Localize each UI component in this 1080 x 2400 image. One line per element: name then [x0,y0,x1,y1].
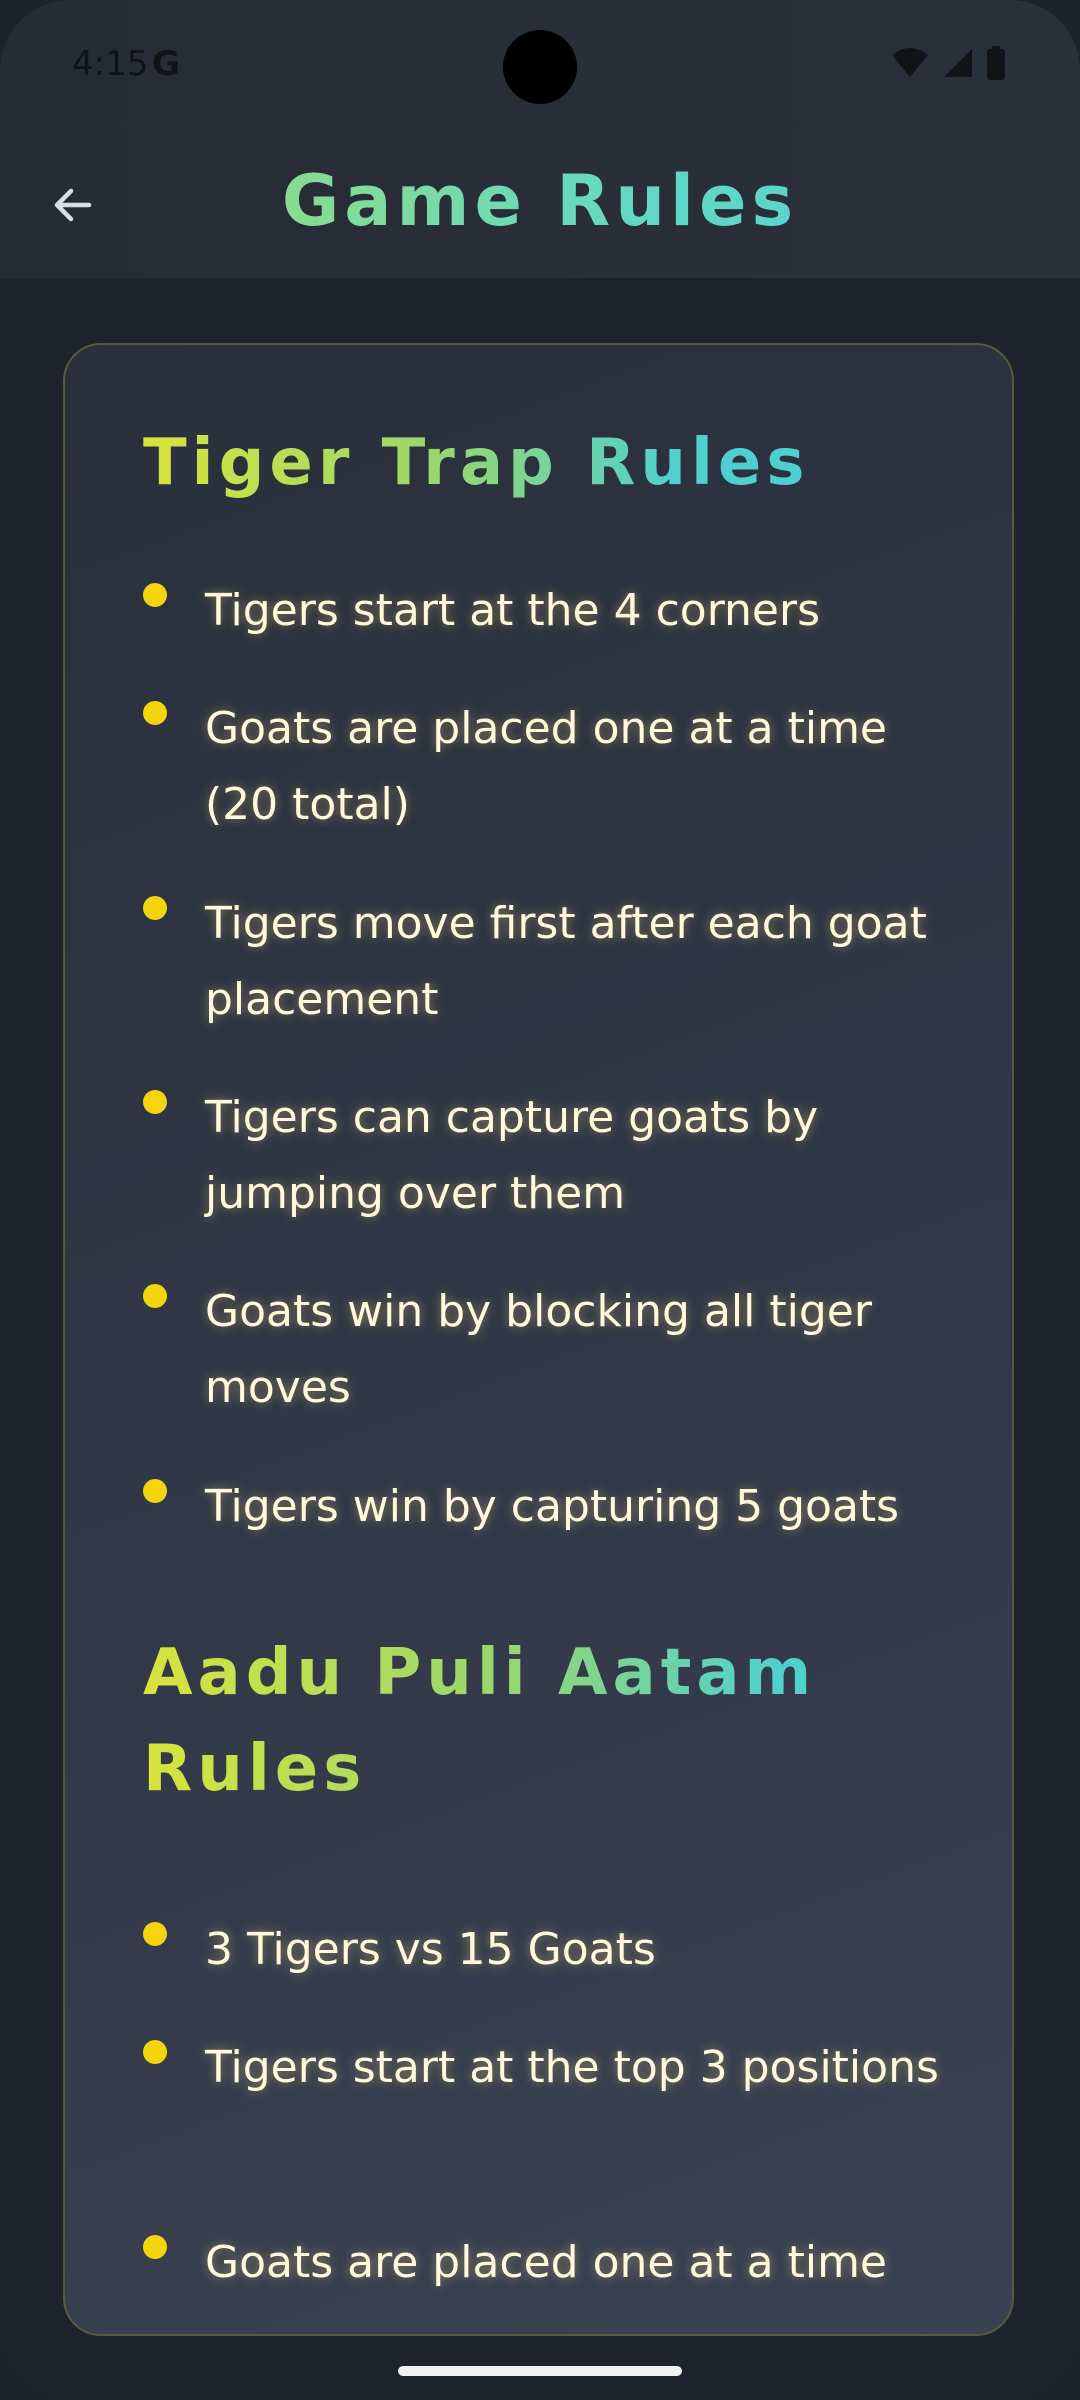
bullet-icon [143,1479,167,1503]
bullet-icon [143,701,167,725]
rule-text: Tigers start at the 4 corners [205,585,820,636]
bullet-icon [143,1284,167,1308]
signal-icon [944,49,972,77]
rule-text: Tigers move first after each goat placem… [205,898,927,1025]
status-time: 4:15 [72,44,149,84]
rule-text: 3 Tigers vs 15 Goats [205,1924,656,1975]
section-title-tiger-trap: Tiger Trap Rules [143,415,809,511]
rule-text: Goats win by blocking all tiger moves [205,1286,872,1413]
page-title: Game Rules [0,160,1080,242]
section-title-aadu-puli-aatam: Aadu Puli Aatam Rules [143,1625,943,1817]
battery-icon [987,46,1005,80]
bullet-icon [143,896,167,920]
status-bar: 4:15 G [0,0,1080,130]
rule-text: Tigers can capture goats by jumping over… [205,1092,819,1219]
rule-text: Tigers win by capturing 5 goats [205,1481,900,1532]
home-indicator[interactable] [398,2366,682,2376]
bullet-icon [143,2040,167,2064]
status-icons [890,46,1006,80]
bullet-icon [143,583,167,607]
bullet-icon [143,2235,167,2259]
google-icon: G [152,44,180,84]
bullet-icon [143,1090,167,1114]
rule-text: Goats are placed one at a time [205,2237,887,2288]
wifi-icon [892,48,928,77]
rule-text: Goats are placed one at a time (20 total… [205,703,887,830]
camera-cutout [503,30,577,104]
rules-card[interactable]: Tiger Trap Rules Tigers start at the 4 c… [63,343,1014,2336]
rule-text: Tigers start at the top 3 positions [205,2042,939,2093]
app-screen: 4:15 G Game Rules Tiger Trap Rules Tiger [0,0,1080,2400]
bullet-icon [143,1922,167,1946]
